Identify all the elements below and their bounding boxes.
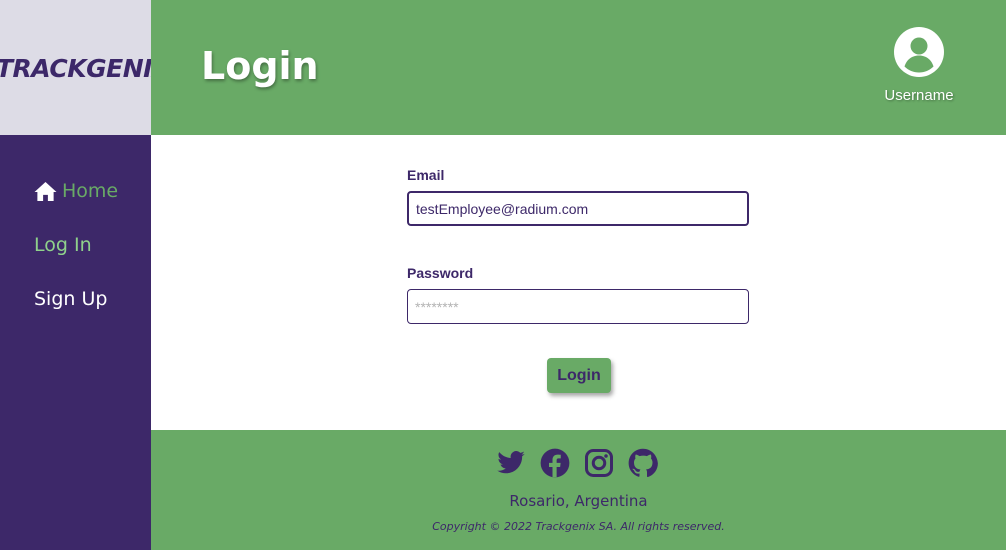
user-menu[interactable]: Username	[877, 27, 961, 104]
twitter-icon[interactable]	[496, 448, 526, 478]
footer: Rosario, Argentina Copyright © 2022 Trac…	[151, 430, 1006, 550]
github-icon[interactable]	[628, 448, 658, 478]
footer-copyright: Copyright © 2022 Trackgenix SA. All righ…	[432, 520, 725, 533]
logo-block: TRACKGENIX	[0, 0, 151, 135]
sidebar-item-home[interactable]: Home	[34, 180, 118, 202]
header: Login Username	[151, 0, 1006, 135]
password-label: Password	[407, 265, 474, 281]
sidebar-item-label: Sign Up	[34, 288, 108, 310]
email-label: Email	[407, 167, 445, 183]
instagram-icon[interactable]	[584, 448, 614, 478]
email-field[interactable]	[407, 191, 749, 226]
sidebar-item-label: Log In	[34, 234, 92, 256]
login-form: Email Password Login	[151, 135, 1006, 430]
sidebar-item-label: Home	[62, 180, 119, 202]
footer-location: Rosario, Argentina	[509, 492, 648, 510]
sidebar-item-signup[interactable]: Sign Up	[34, 288, 107, 310]
page-title: Login	[201, 44, 319, 88]
social-links	[496, 448, 658, 478]
brand-logo: TRACKGENIX	[0, 54, 151, 83]
login-button[interactable]: Login	[547, 358, 611, 393]
username-label: Username	[884, 87, 954, 104]
facebook-icon[interactable]	[540, 448, 570, 478]
sidebar-item-login[interactable]: Log In	[34, 234, 92, 256]
user-circle-icon	[894, 27, 944, 77]
home-icon	[34, 181, 57, 201]
password-field[interactable]	[407, 289, 749, 324]
sidebar: Home Log In Sign Up	[0, 135, 151, 550]
